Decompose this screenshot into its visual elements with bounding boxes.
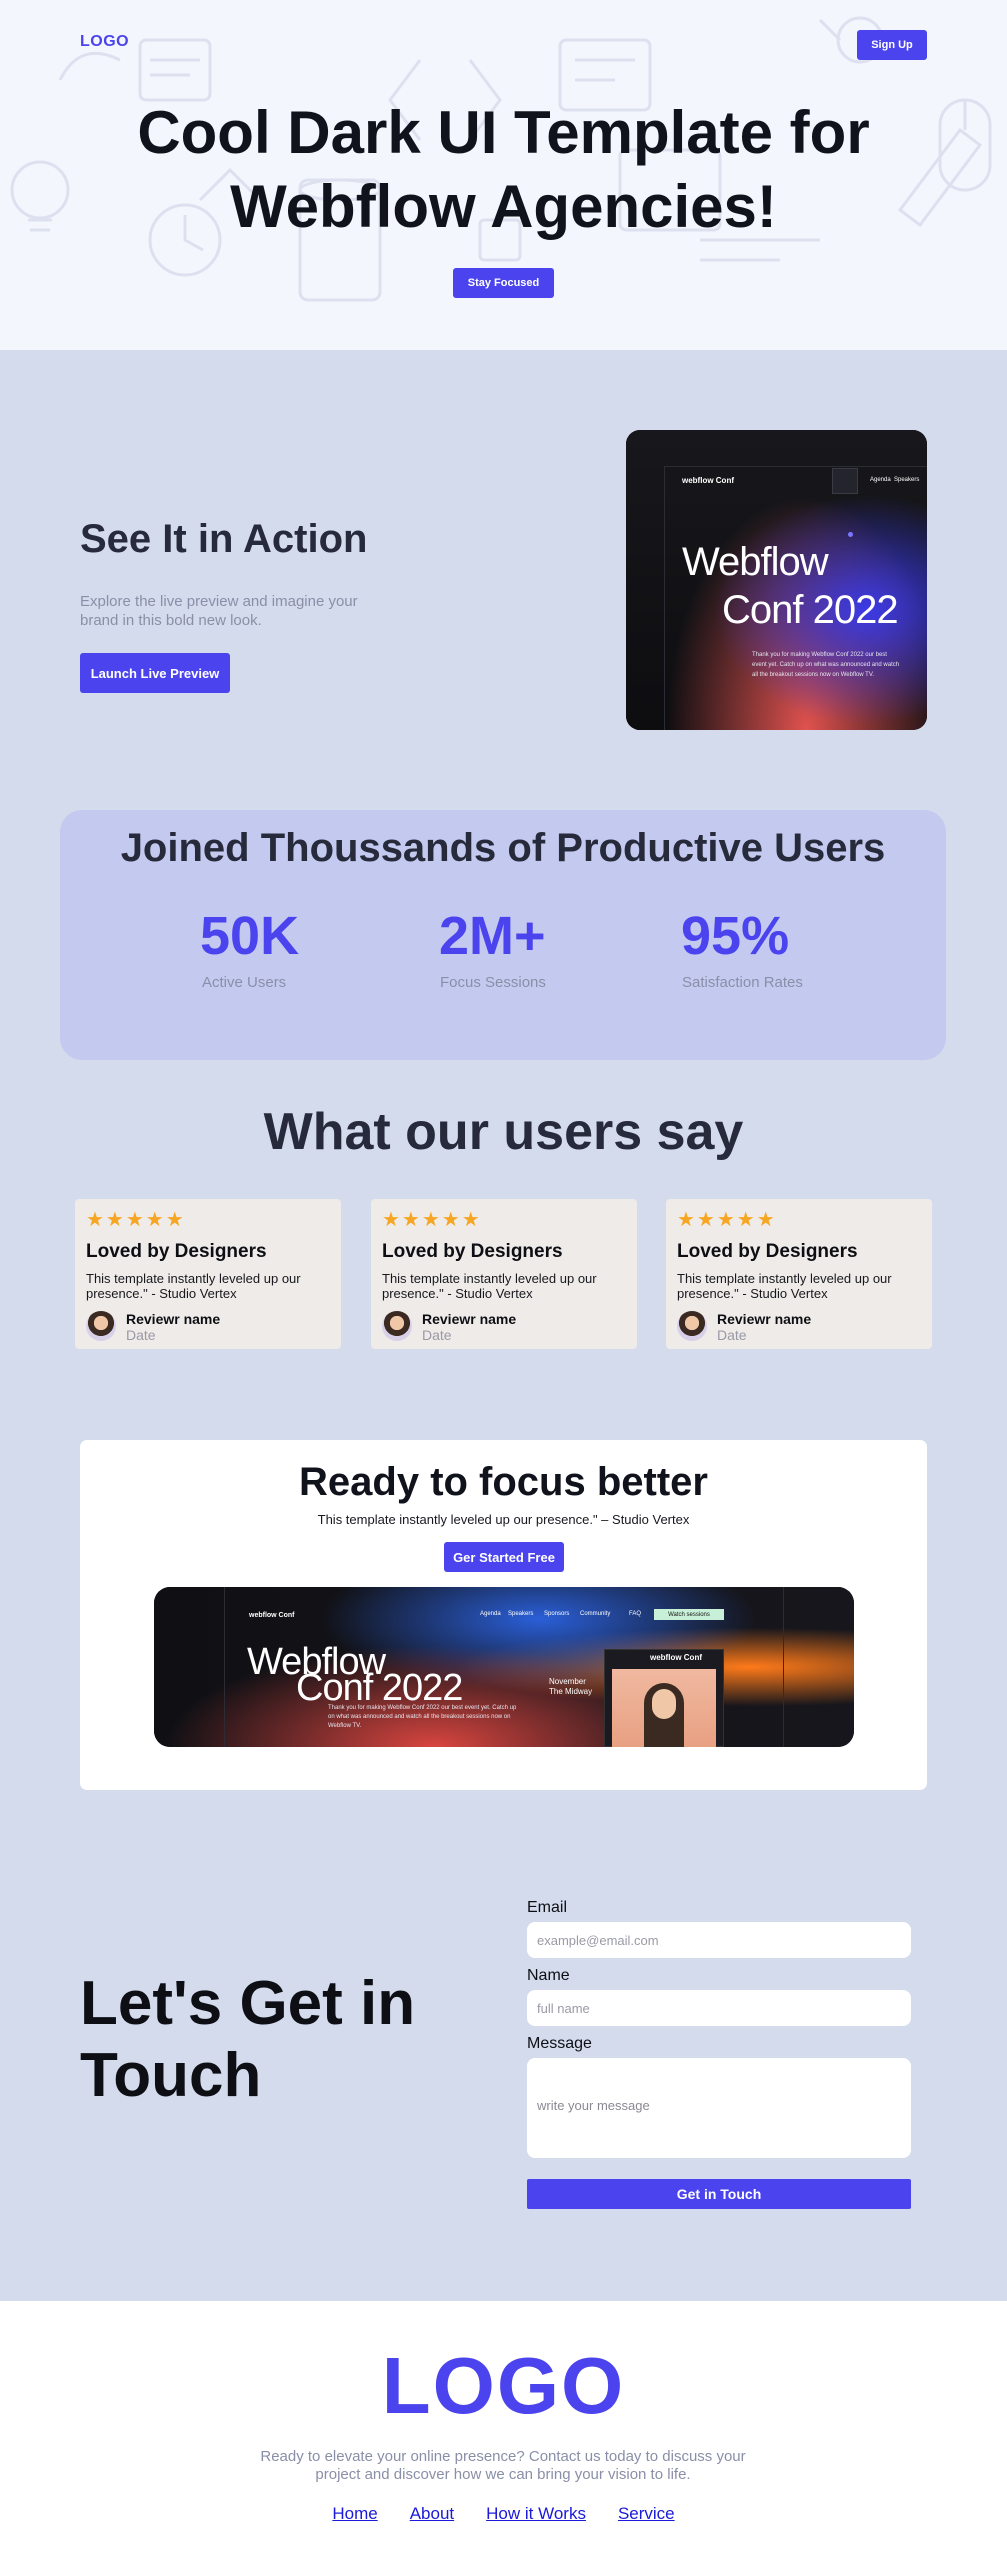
testimonial-card: ★★★★★ Loved by Designers This template i… [371,1199,637,1349]
launch-live-preview-button[interactable]: Launch Live Preview [80,653,230,693]
stat-value-focus-sessions: 2M+ [439,906,546,966]
avatar [677,1311,707,1341]
testimonial-text: This template instantly leveled up our p… [86,1271,301,1301]
sign-up-button[interactable]: Sign Up [857,30,927,60]
banner-nav-sponsors: Sponsors [544,1611,570,1617]
review-date: Date [717,1327,747,1343]
stats-title: Joined Thoussands of Productive Users [120,826,886,870]
webflow-conf-banner-image: webflow Conf Agenda Speakers Sponsors Co… [154,1587,854,1747]
banner-nav-speakers: Speakers [508,1611,534,1617]
testimonial-title: Loved by Designers [677,1241,858,1262]
testimonial-title: Loved by Designers [86,1241,267,1262]
webflow-conf-preview-image: webflow Conf Agenda Speakers Webflow Con… [626,430,927,730]
footer-text: Ready to elevate your online presence? C… [260,2448,746,2483]
star-rating-icon: ★★★★★ [382,1209,482,1231]
star-rating-icon: ★★★★★ [86,1209,186,1231]
name-field[interactable] [527,1990,911,2026]
star-rating-icon: ★★★★★ [677,1209,777,1231]
contact-title: Let's Get in Touch [80,1969,416,2110]
preview-dot [848,532,853,537]
testimonial-text: This template instantly leveled up our p… [677,1271,892,1301]
testimonial-card: ★★★★★ Loved by Designers This template i… [666,1199,932,1349]
testimonial-title: Loved by Designers [382,1241,563,1262]
footer-link-service[interactable]: Service [618,2504,675,2524]
footer-link-home[interactable]: Home [332,2504,377,2524]
stat-label-focus-sessions: Focus Sessions [440,974,546,991]
preview-nav-agenda: Agenda [870,477,891,483]
action-title: See It in Action [80,517,368,561]
banner-brand: webflow Conf [249,1612,295,1619]
testimonial-text: This template instantly leveled up our p… [382,1271,597,1301]
reviewer-name: Reviewr name [126,1311,221,1327]
get-in-touch-button[interactable]: Get in Touch [527,2179,911,2209]
footer-logo[interactable]: LOGO [0,2340,1007,2432]
message-field[interactable] [527,2058,911,2158]
hero-title: Cool Dark UI Template for Webflow Agenci… [137,99,870,240]
email-field[interactable] [527,1922,911,1958]
email-label: Email [527,1899,568,1916]
banner-side-brand: webflow Conf [650,1653,702,1662]
avatar [382,1311,412,1341]
name-label: Name [527,1967,570,1984]
reviewer-name: Reviewr name [717,1311,812,1327]
footer-link-about[interactable]: About [410,2504,454,2524]
preview-headline-1: Webflow [682,540,829,584]
banner-nav-faq: FAQ [629,1611,642,1617]
reviewer-name: Reviewr name [422,1311,517,1327]
banner-body: Thank you for making Webflow Conf 2022 o… [328,1705,517,1729]
banner-side-text-1: November [549,1677,586,1686]
preview-body: Thank you for making Webflow Conf 2022 o… [752,652,900,678]
preview-brand: webflow Conf [682,476,734,485]
stat-label-satisfaction: Satisfaction Rates [682,974,803,991]
footer-nav: Home About How it Works Service [0,2504,1007,2524]
header-logo[interactable]: LOGO [80,33,129,51]
banner-side-text-2: The Midway [549,1687,593,1696]
message-label: Message [527,2035,592,2052]
testimonials-title: What our users say [263,1103,744,1161]
preview-square [832,468,858,494]
preview-nav-speakers: Speakers [894,477,920,483]
ready-title: Ready to focus better [299,1460,708,1504]
preview-headline-2: Conf 2022 [722,588,899,632]
review-date: Date [422,1327,452,1343]
banner-photo-face [652,1689,676,1719]
avatar [86,1311,116,1341]
review-date: Date [126,1327,156,1343]
ready-subtitle: This template instantly leveled up our p… [317,1512,690,1527]
footer-link-how-it-works[interactable]: How it Works [486,2504,586,2524]
action-description: Explore the live preview and imagine you… [80,593,358,629]
stat-value-satisfaction: 95% [681,906,790,966]
banner-nav-community: Community [580,1611,611,1617]
stat-value-active-users: 50K [200,906,300,966]
stay-focused-button[interactable]: Stay Focused [453,268,554,298]
banner-watch-button: Watch sessions [654,1609,724,1620]
stat-label-active-users: Active Users [202,974,287,991]
get-started-button[interactable]: Ger Started Free [444,1542,564,1572]
testimonial-card: ★★★★★ Loved by Designers This template i… [75,1199,341,1349]
hero-section: LOGO Sign Up Cool Dark UI Template for W… [0,0,1007,350]
banner-nav-agenda: Agenda [480,1611,501,1617]
